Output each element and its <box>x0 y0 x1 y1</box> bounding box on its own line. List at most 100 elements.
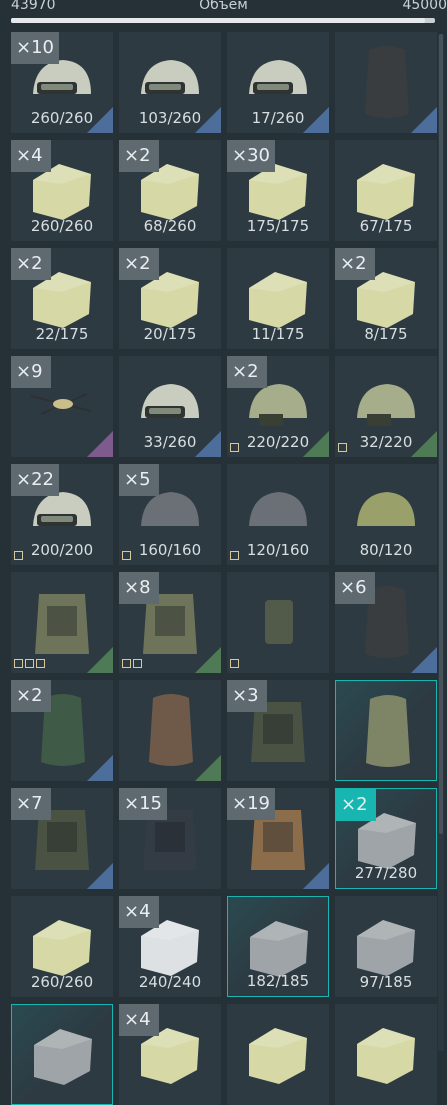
rarity-corner <box>195 755 221 781</box>
mod-slot-icon <box>14 551 23 560</box>
inventory-slot[interactable]: 120/160 <box>227 464 329 565</box>
stack-count-badge: ×4 <box>11 140 51 172</box>
inventory-slot[interactable]: ×2 22/175 <box>11 248 113 349</box>
stack-count-badge: ×3 <box>227 680 267 712</box>
durability-label: 260/260 <box>30 109 94 127</box>
stack-count-badge: ×2 <box>335 248 375 280</box>
mod-slot-icon <box>230 551 239 560</box>
capacity-max: 45000 <box>402 0 447 13</box>
inventory-slot[interactable] <box>335 1004 437 1105</box>
mod-slot-icon <box>122 551 131 560</box>
mod-slot-icon <box>230 443 239 452</box>
mod-slots <box>122 659 142 668</box>
inventory-slot[interactable] <box>119 680 221 781</box>
mod-slot-icon <box>122 659 131 668</box>
inventory-slot[interactable]: ×19 <box>227 788 329 889</box>
inventory-slot[interactable]: ×4 <box>119 1004 221 1105</box>
stack-count-badge: ×4 <box>119 1004 159 1036</box>
durability-label: 103/260 <box>138 109 202 127</box>
stack-count-badge: ×7 <box>11 788 51 820</box>
durability-label: 97/185 <box>359 973 413 991</box>
durability-label: 200/200 <box>30 541 94 559</box>
mod-slots <box>230 443 239 452</box>
inventory-slot[interactable]: 260/260 <box>11 896 113 997</box>
inventory-slot[interactable] <box>227 572 329 673</box>
mod-slot-icon <box>25 659 34 668</box>
rarity-corner <box>411 647 437 673</box>
inventory-slot[interactable]: 103/260 <box>119 32 221 133</box>
inventory-slot[interactable]: 182/185 <box>227 896 329 997</box>
capacity-label: Объем <box>199 0 248 13</box>
stack-count-badge: ×9 <box>11 356 51 388</box>
steel-plate-icon <box>34 1029 92 1085</box>
inventory-slot[interactable]: ×22 200/200 <box>11 464 113 565</box>
durability-label: 120/160 <box>246 541 310 559</box>
inventory-slot[interactable]: ×7 <box>11 788 113 889</box>
inventory-slot[interactable]: ×3 <box>227 680 329 781</box>
inventory-slot[interactable]: 11/175 <box>227 248 329 349</box>
rarity-corner <box>87 755 113 781</box>
stack-count-badge: ×2 <box>11 680 51 712</box>
inventory-slot[interactable]: ×8 <box>119 572 221 673</box>
inventory-slot[interactable] <box>335 32 437 133</box>
inventory-slot[interactable] <box>11 1004 113 1105</box>
inventory-slot[interactable]: 67/175 <box>335 140 437 241</box>
stack-count-badge: ×6 <box>335 572 375 604</box>
inventory-slot[interactable]: ×4 240/240 <box>119 896 221 997</box>
scrollbar-thumb[interactable] <box>439 34 443 834</box>
durability-label: 240/240 <box>138 973 202 991</box>
stack-count-badge: ×19 <box>227 788 275 820</box>
inventory-slot[interactable]: ×6 <box>335 572 437 673</box>
inventory-slot[interactable]: 33/260 <box>119 356 221 457</box>
durability-label: 160/160 <box>138 541 202 559</box>
durability-label: 182/185 <box>246 972 310 990</box>
inventory-slot[interactable]: ×15 <box>119 788 221 889</box>
inventory-slot[interactable]: ×10 260/260 <box>11 32 113 133</box>
rarity-corner <box>303 863 329 889</box>
inventory-slot[interactable]: ×2 220/220 <box>227 356 329 457</box>
stack-count-badge: ×4 <box>119 896 159 928</box>
rarity-corner <box>87 863 113 889</box>
stack-count-badge: ×5 <box>119 464 159 496</box>
stack-count-badge: ×22 <box>11 464 59 496</box>
inventory-slot[interactable]: ×9 <box>11 356 113 457</box>
inventory-slot[interactable]: 17/260 <box>227 32 329 133</box>
stack-count-badge: ×2 <box>11 248 51 280</box>
durability-label: 22/175 <box>35 325 89 343</box>
inventory-slot[interactable]: ×5 160/160 <box>119 464 221 565</box>
inventory-slot[interactable]: ×2 277/280 <box>335 788 437 889</box>
inventory-slot[interactable] <box>11 572 113 673</box>
durability-label: 175/175 <box>246 217 310 235</box>
mod-slot-icon <box>230 659 239 668</box>
stack-count-badge: ×2 <box>119 140 159 172</box>
durability-label: 220/220 <box>246 433 310 451</box>
rarity-corner <box>195 647 221 673</box>
stack-count-badge: ×2 <box>336 789 376 821</box>
stack-count-badge: ×30 <box>227 140 275 172</box>
inventory-slot[interactable]: ×2 68/260 <box>119 140 221 241</box>
rarity-corner <box>87 431 113 457</box>
scrollbar[interactable] <box>438 34 444 1051</box>
armor-plate-icon <box>357 1028 415 1084</box>
inventory-slot[interactable]: ×2 <box>11 680 113 781</box>
durability-label: 277/280 <box>354 864 418 882</box>
inventory-slot[interactable]: ×2 8/175 <box>335 248 437 349</box>
inventory-slot[interactable]: ×30 175/175 <box>227 140 329 241</box>
stack-count-badge: ×2 <box>227 356 267 388</box>
stack-count-badge: ×10 <box>11 32 59 64</box>
mod-slot-icon <box>338 443 347 452</box>
rarity-corner <box>411 107 437 133</box>
inventory-slot[interactable]: ×2 20/175 <box>119 248 221 349</box>
durability-label: 11/175 <box>251 325 305 343</box>
inventory-slot[interactable]: 97/185 <box>335 896 437 997</box>
mod-slots <box>14 659 45 668</box>
inventory-slot[interactable] <box>227 1004 329 1105</box>
durability-label: 80/120 <box>359 541 413 559</box>
inventory-slot[interactable]: ×4 260/260 <box>11 140 113 241</box>
durability-label: 260/260 <box>30 973 94 991</box>
inventory-slot[interactable] <box>335 680 437 781</box>
mod-slot-icon <box>14 659 23 668</box>
inventory-slot[interactable]: 32/220 <box>335 356 437 457</box>
capacity-bar <box>11 18 435 23</box>
inventory-slot[interactable]: 80/120 <box>335 464 437 565</box>
